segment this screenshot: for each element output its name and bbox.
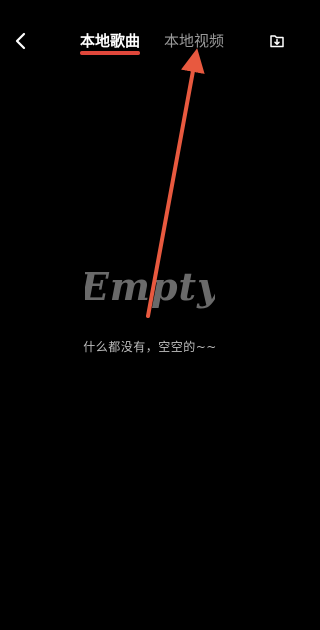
tab-local-videos-label: 本地视频 bbox=[164, 32, 225, 50]
status-bar bbox=[0, 0, 300, 22]
empty-logo-text: Empty bbox=[85, 264, 215, 309]
tab-local-videos[interactable]: 本地视频 bbox=[162, 31, 226, 51]
back-button[interactable] bbox=[8, 28, 34, 54]
empty-message: 什么都没有，空空的~~ bbox=[83, 340, 217, 354]
tab-bar: 本地歌曲 本地视频 bbox=[78, 28, 226, 55]
import-button[interactable] bbox=[266, 30, 288, 52]
empty-state: Empty bbox=[0, 258, 300, 320]
active-tab-indicator bbox=[80, 51, 141, 55]
tab-local-songs-label: 本地歌曲 bbox=[80, 32, 141, 50]
download-folder-icon bbox=[270, 35, 284, 48]
top-nav-bar: 本地歌曲 本地视频 bbox=[0, 22, 300, 60]
chevron-left-icon bbox=[15, 32, 26, 50]
tab-local-songs[interactable]: 本地歌曲 bbox=[78, 31, 142, 55]
empty-illustration: Empty bbox=[85, 264, 215, 309]
